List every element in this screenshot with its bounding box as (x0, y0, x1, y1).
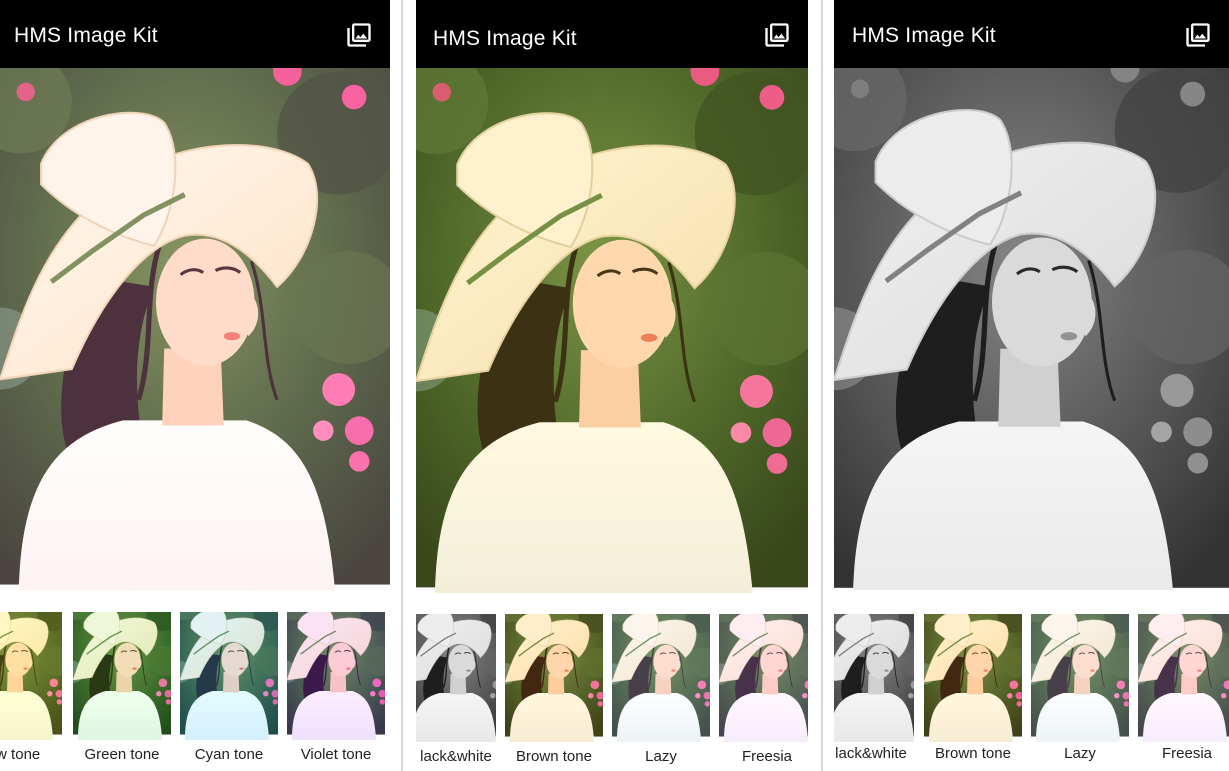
filter-label[interactable]: Brown tone (923, 745, 1023, 762)
app-bar: HMS Image Kit (0, 0, 390, 68)
filter-thumb[interactable] (1138, 614, 1229, 742)
app-title: HMS Image Kit (852, 24, 996, 47)
app-bar: HMS Image Kit (416, 0, 808, 68)
filter-label[interactable]: lack&white (416, 748, 506, 765)
filter-thumb[interactable] (1031, 614, 1129, 742)
filter-label[interactable]: Freesia (717, 748, 808, 765)
edited-photo (0, 68, 390, 590)
filter-thumb[interactable] (180, 612, 278, 740)
filter-label[interactable]: Lazy (611, 748, 711, 765)
filter-label[interactable]: ow tone (0, 746, 64, 763)
filter-thumb[interactable] (416, 614, 496, 742)
screen-1: HMS Image Kit ow tone Green tone Cyan to… (0, 0, 390, 771)
edited-photo (834, 68, 1229, 590)
filter-thumb[interactable] (719, 614, 808, 742)
photo-library-icon[interactable] (344, 21, 374, 49)
screen-3: HMS Image Kit lack&white Brown tone Lazy… (834, 0, 1229, 771)
filter-label[interactable]: Brown tone (504, 748, 604, 765)
filter-label[interactable]: Lazy (1030, 745, 1130, 762)
photo-library-icon[interactable] (1183, 21, 1213, 49)
filter-strip: lack&white Brown tone Lazy Freesia (416, 598, 808, 771)
app-bar: HMS Image Kit (834, 0, 1229, 68)
filter-strip: lack&white Brown tone Lazy Freesia (834, 598, 1229, 771)
filter-label[interactable]: Cyan tone (179, 746, 279, 763)
filter-thumb[interactable] (287, 612, 385, 740)
filter-label[interactable]: Violet tone (286, 746, 386, 763)
screen-2: HMS Image Kit lack&white Brown tone Lazy… (416, 0, 808, 771)
edited-photo (416, 68, 808, 593)
filter-thumb[interactable] (612, 614, 710, 742)
filter-label[interactable]: lack&white (834, 745, 921, 762)
photo-library-icon[interactable] (762, 21, 792, 49)
filter-thumb[interactable] (73, 612, 171, 740)
divider (401, 0, 403, 771)
app-title: HMS Image Kit (14, 24, 158, 47)
filter-label[interactable]: Green tone (72, 746, 172, 763)
filter-thumb[interactable] (924, 614, 1022, 742)
filter-label[interactable]: Freesia (1137, 745, 1229, 762)
filter-thumb[interactable] (0, 612, 62, 740)
filter-thumb[interactable] (834, 614, 914, 742)
app-title: HMS Image Kit (433, 27, 577, 50)
filter-thumb[interactable] (505, 614, 603, 742)
divider (821, 0, 823, 771)
filter-strip: ow tone Green tone Cyan tone Violet tone (0, 598, 390, 771)
